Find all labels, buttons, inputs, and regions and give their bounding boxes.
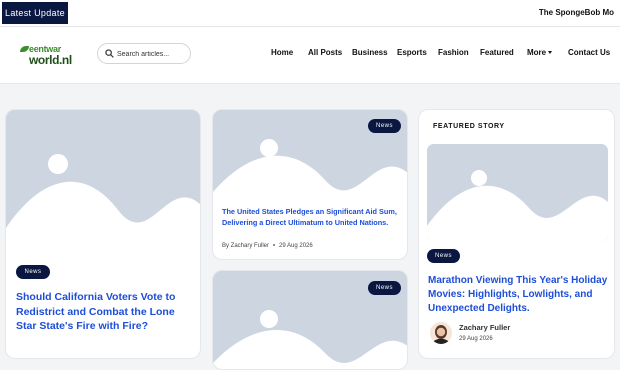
nav-fashion[interactable]: Fashion	[438, 48, 469, 57]
featured-image-placeholder[interactable]	[427, 144, 608, 241]
nav-contact-us[interactable]: Contact Us	[568, 48, 610, 57]
featured-author-name[interactable]: Zachary Fuller	[459, 323, 510, 332]
article-title[interactable]: The United States Pledges an Significant…	[222, 206, 402, 228]
site-header: eentwar world.nl Home All Posts Business…	[0, 27, 620, 84]
latest-update-badge: Latest Update	[2, 2, 68, 24]
avatar-icon	[430, 322, 452, 344]
search-box[interactable]	[97, 43, 191, 64]
news-badge[interactable]: News	[16, 265, 50, 279]
publish-date: 29 Aug 2026	[279, 243, 313, 249]
featured-story-heading: FEATURED STORY	[433, 123, 505, 130]
ticker-headline-link[interactable]: The SpongeBob Mo	[539, 8, 614, 17]
featured-publish-date: 29 Aug 2026	[459, 336, 493, 342]
image-placeholder-icon	[6, 110, 200, 256]
author-name[interactable]: By Zachary Fuller	[222, 243, 269, 249]
site-logo[interactable]: eentwar world.nl	[20, 44, 78, 68]
logo-text-bottom: world.nl	[29, 53, 72, 67]
featured-story-panel: FEATURED STORY News Marathon Viewing Thi…	[418, 109, 615, 359]
nav-more-label: More	[527, 48, 547, 57]
nav-business[interactable]: Business	[352, 48, 388, 57]
separator-dot	[273, 244, 276, 246]
search-input[interactable]	[117, 47, 187, 61]
article-card-middle-bottom[interactable]: News	[212, 270, 408, 370]
nav-home[interactable]: Home	[271, 48, 293, 57]
news-badge[interactable]: News	[368, 281, 401, 295]
chevron-down-icon	[548, 51, 553, 54]
article-card-middle-top[interactable]: News The United States Pledges an Signif…	[212, 109, 408, 260]
article-title[interactable]: Should California Voters Vote to Redistr…	[16, 290, 196, 334]
nav-more[interactable]: More	[527, 48, 553, 57]
image-placeholder-icon	[427, 144, 608, 241]
featured-article-title[interactable]: Marathon Viewing This Year's Holiday Mov…	[428, 274, 610, 316]
nav-esports[interactable]: Esports	[397, 48, 427, 57]
nav-featured[interactable]: Featured	[480, 48, 514, 57]
news-badge[interactable]: News	[368, 119, 401, 133]
search-icon	[105, 49, 114, 58]
article-meta: By Zachary Fuller 29 Aug 2026	[222, 243, 313, 249]
leaf-icon	[20, 46, 29, 52]
news-badge[interactable]: News	[427, 249, 460, 263]
image-placeholder	[6, 110, 200, 256]
author-avatar	[430, 322, 452, 344]
latest-update-ticker: Latest Update The SpongeBob Mo	[0, 0, 620, 27]
article-card-left[interactable]: News Should California Voters Vote to Re…	[5, 109, 201, 359]
nav-all-posts[interactable]: All Posts	[308, 48, 342, 57]
